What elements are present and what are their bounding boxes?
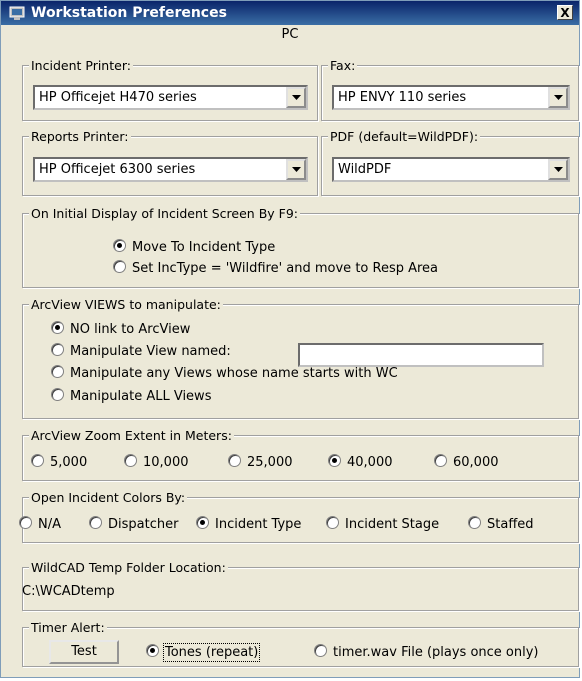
dropdown-button[interactable] — [548, 159, 568, 180]
preferences-window: Workstation Preferences X PC Incident Pr… — [0, 0, 580, 678]
chevron-down-icon — [554, 167, 563, 172]
radio-zoom-40000[interactable]: 40,000 — [328, 454, 393, 470]
radio-label: 10,000 — [143, 455, 189, 470]
pdf-select[interactable]: WildPDF — [332, 157, 570, 182]
radio-zoom-5000[interactable]: 5,000 — [31, 454, 87, 470]
chevron-down-icon — [554, 95, 563, 100]
radio-button[interactable] — [19, 516, 32, 529]
radio-button[interactable] — [89, 516, 102, 529]
radio-label: NO link to ArcView — [70, 322, 191, 337]
radio-colors-incident-type[interactable]: Incident Type — [196, 516, 301, 532]
radio-button[interactable] — [146, 644, 159, 657]
incident-colors-group: Open Incident Colors By: N/A Dispatcher … — [19, 490, 579, 543]
incident-printer-select[interactable]: HP Officejet H470 series — [33, 85, 308, 110]
radio-move-to-incident-type[interactable]: Move To Incident Type — [113, 239, 275, 255]
workstation-name: PC — [281, 27, 299, 42]
zoom-extent-group: ArcView Zoom Extent in Meters: 5,000 10,… — [22, 428, 579, 481]
radio-colors-staffed[interactable]: Staffed — [468, 516, 534, 532]
radio-label: timer.wav File (plays once only) — [333, 645, 539, 660]
view-name-input[interactable] — [298, 343, 544, 367]
timer-alert-legend: Timer Alert: — [29, 620, 107, 635]
radio-label: 60,000 — [453, 455, 499, 470]
radio-timer-wav[interactable]: timer.wav File (plays once only) — [314, 644, 539, 660]
initial-display-group: On Initial Display of Incident Screen By… — [22, 206, 579, 288]
fax-select[interactable]: HP ENVY 110 series — [332, 85, 570, 110]
radio-zoom-10000[interactable]: 10,000 — [124, 454, 189, 470]
temp-folder-group: WildCAD Temp Folder Location: C:\WCADtem… — [22, 560, 579, 611]
incident-printer-group: Incident Printer: HP Officejet H470 seri… — [22, 58, 318, 121]
radio-label: 40,000 — [347, 455, 393, 470]
window-title: Workstation Preferences — [31, 5, 227, 21]
fax-group: Fax: HP ENVY 110 series — [321, 58, 579, 121]
pdf-value: WildPDF — [338, 162, 392, 177]
radio-views-start-with-wc[interactable]: Manipulate any Views whose name starts w… — [51, 365, 398, 381]
dropdown-button[interactable] — [548, 87, 568, 108]
reports-printer-select[interactable]: HP Officejet 6300 series — [33, 157, 308, 182]
radio-button[interactable] — [228, 454, 241, 467]
radio-button[interactable] — [51, 343, 64, 356]
radio-label: N/A — [38, 517, 61, 532]
chevron-down-icon — [292, 167, 301, 172]
incident-printer-value: HP Officejet H470 series — [39, 90, 197, 105]
radio-manipulate-view-named[interactable]: Manipulate View named: — [51, 343, 231, 359]
radio-colors-na[interactable]: N/A — [19, 516, 61, 532]
reports-printer-value: HP Officejet 6300 series — [39, 162, 196, 177]
initial-display-legend: On Initial Display of Incident Screen By… — [29, 206, 300, 221]
radio-button[interactable] — [314, 644, 327, 657]
radio-button[interactable] — [113, 239, 126, 252]
test-button[interactable]: Test — [49, 640, 119, 664]
radio-button[interactable] — [124, 454, 137, 467]
zoom-extent-legend: ArcView Zoom Extent in Meters: — [29, 428, 234, 443]
title-bar[interactable]: Workstation Preferences X — [1, 1, 579, 25]
radio-colors-incident-stage[interactable]: Incident Stage — [326, 516, 439, 532]
radio-label: Incident Type — [215, 517, 302, 532]
radio-label: Tones (repeat) — [162, 643, 261, 662]
fax-legend: Fax: — [328, 58, 358, 73]
radio-button[interactable] — [328, 454, 341, 467]
radio-button[interactable] — [31, 454, 44, 467]
incident-printer-legend: Incident Printer: — [29, 58, 133, 73]
arcview-views-legend: ArcView VIEWS to manipulate: — [29, 297, 223, 312]
radio-button[interactable] — [468, 516, 481, 529]
radio-label: Staffed — [487, 517, 534, 532]
reports-printer-group: Reports Printer: HP Officejet 6300 serie… — [22, 129, 318, 196]
radio-colors-dispatcher[interactable]: Dispatcher — [89, 516, 178, 532]
temp-folder-path: C:\WCADtemp — [22, 584, 115, 599]
radio-button[interactable] — [434, 454, 447, 467]
radio-label: Manipulate any Views whose name starts w… — [70, 366, 398, 381]
pdf-group: PDF (default=WildPDF): WildPDF — [321, 129, 579, 196]
radio-zoom-60000[interactable]: 60,000 — [434, 454, 499, 470]
chevron-down-icon — [292, 95, 301, 100]
radio-button[interactable] — [113, 260, 126, 273]
radio-label: Manipulate View named: — [70, 344, 231, 359]
radio-all-views[interactable]: Manipulate ALL Views — [51, 388, 211, 404]
timer-alert-group: Timer Alert: Test Tones (repeat) timer.w… — [22, 620, 579, 667]
radio-button[interactable] — [51, 321, 64, 334]
radio-button[interactable] — [51, 388, 64, 401]
radio-button[interactable] — [196, 516, 209, 529]
app-icon — [9, 6, 25, 20]
radio-label: 5,000 — [50, 455, 88, 470]
incident-colors-legend: Open Incident Colors By: — [29, 490, 188, 505]
radio-button[interactable] — [51, 365, 64, 378]
radio-label: Set IncType = 'Wildfire' and move to Res… — [132, 261, 439, 276]
radio-label: Manipulate ALL Views — [70, 389, 212, 404]
radio-label: Incident Stage — [345, 517, 440, 532]
arcview-views-group: ArcView VIEWS to manipulate: NO link to … — [22, 297, 579, 419]
close-button[interactable]: X — [557, 5, 573, 20]
radio-label: Move To Incident Type — [132, 240, 276, 255]
pdf-legend: PDF (default=WildPDF): — [328, 129, 481, 144]
radio-tones-repeat[interactable]: Tones (repeat) — [146, 643, 261, 662]
reports-printer-legend: Reports Printer: — [29, 129, 131, 144]
dropdown-button[interactable] — [286, 159, 306, 180]
fax-value: HP ENVY 110 series — [338, 90, 467, 105]
radio-no-link[interactable]: NO link to ArcView — [51, 321, 190, 337]
radio-button[interactable] — [326, 516, 339, 529]
temp-folder-legend: WildCAD Temp Folder Location: — [29, 560, 228, 575]
dropdown-button[interactable] — [286, 87, 306, 108]
radio-label: 25,000 — [247, 455, 293, 470]
radio-label: Dispatcher — [108, 517, 179, 532]
radio-zoom-25000[interactable]: 25,000 — [228, 454, 293, 470]
radio-set-inctype-wildfire[interactable]: Set IncType = 'Wildfire' and move to Res… — [113, 260, 438, 276]
